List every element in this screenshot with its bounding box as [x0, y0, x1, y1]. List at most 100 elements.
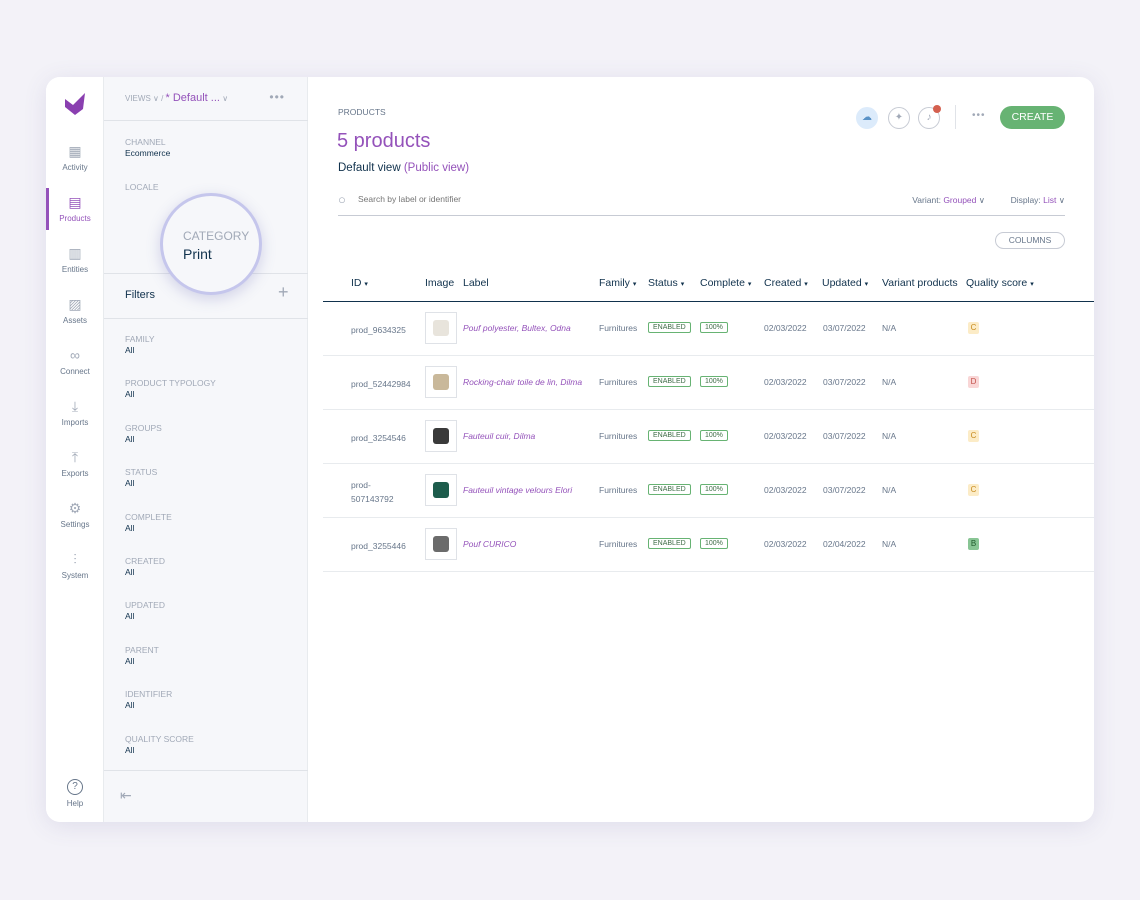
filter-parent[interactable]: PARENT All [125, 645, 159, 666]
cell-label[interactable]: Fauteuil cuir, Dilma [463, 431, 535, 441]
nav-connect[interactable]: ∞ Connect [46, 347, 104, 376]
cell-label[interactable]: Pouf polyester, Bultex, Odna [463, 323, 571, 333]
nav-label: Exports [61, 469, 89, 478]
column-header[interactable]: ID ▾ [351, 277, 368, 289]
filter-complete[interactable]: COMPLETE All [125, 512, 172, 533]
grid-icon: ▦ [68, 143, 82, 159]
product-thumbnail [425, 312, 457, 344]
column-label: Variant products [882, 277, 958, 289]
help-icon: ? [67, 779, 83, 795]
locale-filter[interactable]: LOCALE [125, 182, 159, 192]
product-thumbnail [425, 474, 457, 506]
cell-variants: N/A [882, 539, 897, 549]
channel-filter[interactable]: CHANNEL Ecommerce [125, 137, 170, 158]
column-header[interactable]: Updated ▾ [822, 277, 868, 289]
filter-label: GROUPS [125, 422, 162, 433]
nav-exports[interactable]: ⤒ Exports [46, 449, 104, 478]
nav-label: Products [59, 214, 91, 223]
complete-badge: 100% [700, 538, 728, 549]
nav-imports[interactable]: ⤓ Imports [46, 398, 104, 427]
filter-value: All [125, 700, 135, 711]
product-thumbnail [425, 366, 457, 398]
filter-status[interactable]: STATUS All [125, 467, 157, 488]
table-row[interactable]: prod_3254546 Fauteuil cuir, Dilma Furnit… [323, 410, 1094, 464]
filter-value: All [125, 433, 135, 444]
cell-label[interactable]: Fauteuil vintage velours Elori [463, 485, 572, 495]
filter-updated[interactable]: UPDATED All [125, 600, 165, 621]
table-row[interactable]: prod- 507143792 Fauteuil vintage velours… [323, 464, 1094, 518]
sort-icon: ▾ [1030, 281, 1034, 288]
nav-entities[interactable]: ▥ Entities [46, 245, 104, 274]
app-window: ▦ Activity ▤ Products ▥ Entities ▨ Assets ∞ Conne… [46, 77, 1094, 822]
status-badge: ENABLED [648, 538, 691, 549]
filter-value: Ecommerce [125, 148, 171, 158]
cell-variants: N/A [882, 377, 897, 387]
complete-badge: 100% [700, 376, 728, 387]
column-header[interactable]: Complete ▾ [700, 277, 751, 289]
cell-updated: 03/07/2022 [823, 431, 866, 441]
filter-label: LOCALE [125, 182, 159, 192]
logo-icon [65, 93, 85, 115]
columns-button[interactable]: COLUMNS [995, 232, 1065, 249]
cell-created: 02/03/2022 [764, 539, 807, 549]
cell-id: prod_3254546 [351, 433, 406, 443]
filter-quality-score[interactable]: QUALITY SCORE All [125, 734, 194, 755]
cell-family: Furnitures [599, 377, 638, 387]
entities-icon: ▥ [68, 245, 82, 261]
cell-variants: N/A [882, 431, 897, 441]
announcements-icon[interactable]: ✦ [888, 107, 910, 129]
column-header[interactable]: Variant products [882, 277, 958, 289]
filter-family[interactable]: FAMILY All [125, 334, 155, 355]
filter-groups[interactable]: GROUPS All [125, 423, 162, 444]
cell-label[interactable]: Pouf CURICO [463, 539, 516, 549]
table-row[interactable]: prod_3255446 Pouf CURICO Furnitures ENAB… [323, 518, 1094, 572]
filter-value: All [125, 478, 135, 489]
column-header[interactable]: Status ▾ [648, 277, 684, 289]
page-title: 5 products [337, 130, 431, 152]
nav-assets[interactable]: ▨ Assets [46, 296, 104, 325]
nav-label: Entities [61, 265, 89, 274]
filter-created[interactable]: CREATED All [125, 556, 165, 577]
table-row[interactable]: prod_52442984 Rocking-chair toile de lin… [323, 356, 1094, 410]
column-header[interactable]: Label [463, 277, 489, 289]
breadcrumb[interactable]: PRODUCTS [338, 107, 386, 117]
category-filter-highlight[interactable]: CATEGORY Print [160, 193, 262, 295]
import-icon: ⤓ [71, 398, 79, 414]
clipboard-icon: ▤ [68, 194, 82, 210]
filter-product-typology[interactable]: PRODUCT TYPOLOGY All [125, 378, 216, 399]
notifications-icon[interactable]: ♪ [918, 105, 941, 129]
assistant-icon[interactable]: ☁ [856, 107, 878, 129]
category-value: Print [183, 246, 212, 262]
search-input[interactable] [358, 194, 658, 204]
nav-products[interactable]: ▤ Products [46, 188, 104, 230]
display-selector[interactable]: Display: List ∨ [1011, 195, 1065, 206]
nav-settings[interactable]: ⚙ Settings [46, 500, 104, 529]
column-header[interactable]: Quality score ▾ [966, 277, 1034, 289]
nav-help-label: Help [66, 799, 84, 808]
nav-system[interactable]: ⫶ System [46, 551, 104, 580]
add-filter-button[interactable]: + [278, 282, 289, 303]
column-header[interactable]: Image [425, 277, 454, 289]
divider [104, 120, 308, 121]
table-row[interactable]: prod_9634325 Pouf polyester, Bultex, Odn… [323, 302, 1094, 356]
main-content: PRODUCTS 5 products Default view (Public… [308, 77, 1094, 822]
main-nav: ▦ Activity ▤ Products ▥ Entities ▨ Assets ∞ Conne… [46, 77, 104, 822]
filter-identifier[interactable]: IDENTIFIER All [125, 689, 172, 710]
filter-label: IDENTIFIER [125, 689, 173, 700]
create-button[interactable]: CREATE [1000, 106, 1065, 129]
column-header[interactable]: Created ▾ [764, 277, 808, 289]
cell-label[interactable]: Rocking-chair toile de lin, Dilma [463, 377, 582, 387]
variant-selector[interactable]: Variant: Grouped ∨ [912, 195, 985, 206]
nav-help[interactable]: ? Help [46, 779, 104, 808]
nav-activity[interactable]: ▦ Activity [46, 143, 104, 172]
filter-label: PARENT [125, 644, 159, 655]
filter-label: PRODUCT TYPOLOGY [125, 378, 216, 389]
more-options-button[interactable]: ••• [972, 110, 986, 121]
view-selector[interactable]: VIEWS ∨ / * Default ... ∨ [125, 92, 228, 104]
more-options-button[interactable]: ••• [269, 90, 285, 104]
sort-icon: ▾ [632, 281, 637, 288]
collapse-panel-icon[interactable]: ⇤ [120, 787, 132, 804]
column-header[interactable]: Family ▾ [599, 277, 636, 289]
views-label: VIEWS [125, 94, 151, 103]
cell-variants: N/A [882, 323, 897, 333]
